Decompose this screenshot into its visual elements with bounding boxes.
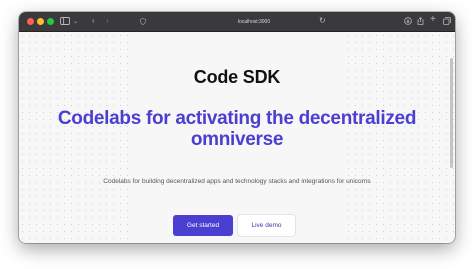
new-tab-icon[interactable]: +	[430, 15, 436, 25]
sidebar-toggle-icon[interactable]	[60, 17, 70, 27]
minimize-window-button[interactable]	[37, 18, 44, 25]
hero-subtitle: Codelabs for building decentralized apps…	[103, 178, 371, 185]
back-arrow-icon[interactable]: ‹	[92, 17, 95, 25]
get-started-button[interactable]: Get started	[173, 215, 233, 236]
chevron-down-icon[interactable]: ⌄	[73, 18, 78, 26]
reload-icon[interactable]: ↻	[319, 17, 326, 25]
close-window-button[interactable]	[27, 18, 34, 25]
browser-window: ⌄ ‹ › localhost:3000 ↻ + Code SDK Codela…	[19, 12, 455, 243]
hero-headline: Codelabs for activating the decentralize…	[57, 108, 417, 150]
tab-overview-icon[interactable]	[443, 17, 451, 27]
maximize-window-button[interactable]	[47, 18, 54, 25]
download-icon[interactable]	[404, 17, 412, 27]
share-icon[interactable]	[417, 17, 424, 27]
live-demo-button[interactable]: Live demo	[238, 215, 295, 236]
brand-logo[interactable]: Code SDK	[19, 67, 455, 88]
url-text: localhost:3000	[237, 18, 271, 25]
browser-toolbar: ⌄ ‹ › localhost:3000 ↻ +	[19, 12, 455, 32]
shield-icon	[139, 17, 147, 27]
page-content: Code SDK Codelabs for activating the dec…	[19, 32, 455, 243]
forward-arrow-icon[interactable]: ›	[106, 17, 109, 25]
